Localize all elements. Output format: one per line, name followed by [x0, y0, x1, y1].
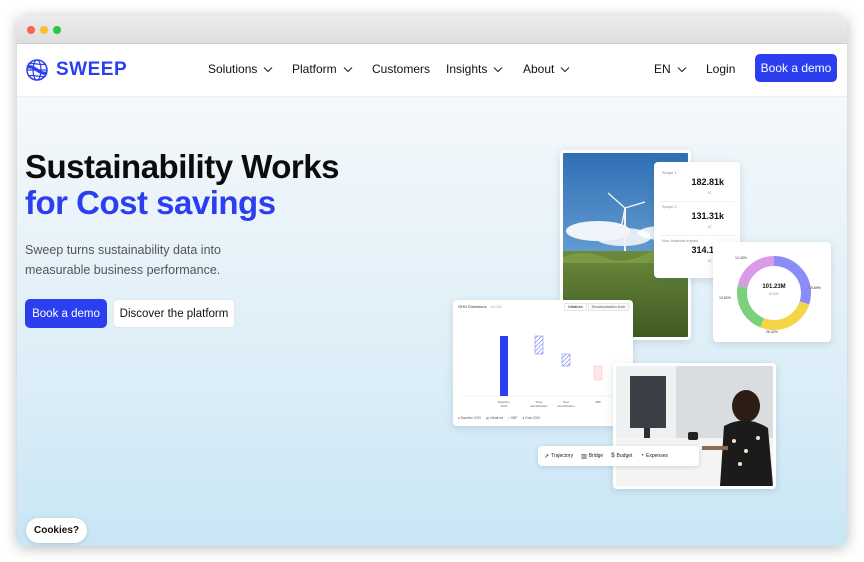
chevron-down-icon [263, 66, 273, 72]
book-demo-nav-button[interactable]: Book a demo [755, 54, 837, 82]
waterfall-bar-new [561, 353, 571, 367]
stat-row: Scope 1 182.81k tC [660, 168, 734, 202]
logo-wordmark: SWEEP [56, 59, 128, 80]
waterfall-tick-label: 2020 [501, 404, 508, 408]
donut-chart-card: 101.23M tCO2e 15.89% 26.42% 19.52% 12.43… [713, 242, 831, 342]
donut-segment-label: 26.42% [766, 330, 778, 334]
waterfall-tick-label: electrification [557, 404, 575, 408]
language-selector[interactable]: EN [654, 62, 687, 76]
hero-title-line1: Sustainability Works [25, 148, 339, 185]
pill-bridge[interactable]: ▥ Bridge [581, 453, 603, 460]
ghg-title-unit: tCO2e [490, 304, 503, 309]
stat-label: Scope 1 [662, 170, 677, 175]
sweep-logo[interactable]: SWEEP [25, 54, 127, 86]
waterfall-tick-label: SBP [595, 400, 601, 404]
minimize-window-button[interactable] [40, 26, 48, 34]
stat-value: 182.81k [691, 177, 724, 187]
bridge-icon: ▥ [581, 453, 587, 460]
stat-label: Non-financial impact [662, 238, 699, 243]
legend-item: ● Goal 2030 [522, 416, 540, 420]
nav-customers-label: Customers [372, 62, 431, 76]
legend-item: □ SBP [508, 416, 518, 420]
donut-segment-label: 12.43% [735, 256, 747, 260]
legend-label: Baseline 2020 [460, 416, 482, 420]
legend-item: ● Baseline 2020 [458, 416, 482, 420]
nav-insights-label: Insights [446, 62, 488, 76]
maximize-window-button[interactable] [53, 26, 61, 34]
view-switcher: ↗ Trajectory ▥ Bridge $ Budget ◔ Expenses [538, 446, 699, 466]
discover-platform-button[interactable]: Discover the platform [113, 299, 235, 328]
hero-title-line2: for Cost savings [25, 184, 276, 221]
office-photo [613, 363, 776, 489]
pill-label: Expenses [646, 453, 668, 459]
pill-label: Bridge [588, 453, 604, 459]
nav-solutions[interactable]: Solutions [208, 62, 273, 76]
legend-label: Initiatives [489, 416, 504, 420]
legend-item: ▨ Initiatives [486, 416, 504, 420]
login-link[interactable]: Login [706, 62, 735, 76]
ghg-card-title: GHG Emissions tCO2e [458, 304, 502, 309]
nav-solutions-label: Solutions [208, 62, 258, 76]
nav-insights[interactable]: Insights [446, 62, 503, 76]
ghg-emissions-card: GHG Emissions tCO2e Initiatives Decarboni… [453, 300, 633, 426]
stat-unit: tC [708, 224, 712, 229]
pill-budget[interactable]: $ Budget [611, 453, 632, 459]
ghg-legend: ● Baseline 2020 ▨ Initiatives □ SBP ● Go… [458, 416, 540, 420]
nav-platform-label: Platform [292, 62, 337, 76]
stat-unit: tC [708, 190, 712, 195]
nav-about[interactable]: About [523, 62, 570, 76]
stat-value: 131.31k [691, 211, 724, 221]
pill-expenses[interactable]: ◔ Expenses [640, 453, 668, 459]
stat-row: Scope 2 131.31k tC [660, 202, 734, 236]
ghg-title-text: GHG Emissions [458, 304, 487, 309]
nav-platform[interactable]: Platform [292, 62, 353, 76]
waterfall-tick-label: electrification [530, 404, 548, 408]
language-label: EN [654, 62, 671, 76]
stat-unit: tC [708, 258, 712, 263]
donut-segment-label: 19.52% [719, 296, 731, 300]
budget-icon: $ [611, 453, 615, 459]
window-titlebar [17, 16, 847, 44]
hero-subtitle: Sweep turns sustainability data into mea… [25, 243, 221, 277]
nav-customers[interactable]: Customers [372, 62, 430, 76]
browser-window: SWEEP Solutions Platform Customers Insig… [17, 16, 847, 546]
book-demo-button[interactable]: Book a demo [25, 299, 107, 328]
office-illustration [616, 366, 773, 486]
chevron-down-icon [560, 66, 570, 72]
legend-label: Goal 2030 [525, 416, 540, 420]
nav-about-label: About [523, 62, 555, 76]
donut-segment-label: 15.89% [809, 286, 821, 290]
hero-title: Sustainability Works for Cost savings [25, 149, 339, 221]
trajectory-icon: ↗ [544, 453, 550, 460]
pill-label: Trajectory [551, 453, 574, 459]
legend-label: SBP [511, 416, 518, 420]
waterfall-bar-baseline [500, 336, 508, 396]
chevron-down-icon [677, 66, 687, 72]
waterfall-bar-sbp [593, 365, 603, 381]
cookies-button[interactable]: Cookies? [26, 518, 87, 543]
donut-center-unit: tCO2e [768, 292, 780, 296]
expenses-icon: ◔ [640, 453, 645, 459]
stat-label: Scope 2 [662, 204, 677, 209]
chevron-down-icon [343, 66, 353, 72]
top-navigation: SWEEP Solutions Platform Customers Insig… [17, 44, 847, 97]
pill-label: Budget [616, 453, 633, 459]
donut-center-value: 101.23M [762, 284, 786, 290]
waterfall-bar-fleet [534, 335, 544, 355]
chevron-down-icon [493, 66, 503, 72]
close-window-button[interactable] [27, 26, 35, 34]
globe-logo-icon [26, 59, 48, 81]
pill-trajectory[interactable]: ↗ Trajectory [544, 453, 573, 460]
ghg-waterfall-chart: Baseline 2020 Fleet electrification New … [463, 335, 633, 408]
